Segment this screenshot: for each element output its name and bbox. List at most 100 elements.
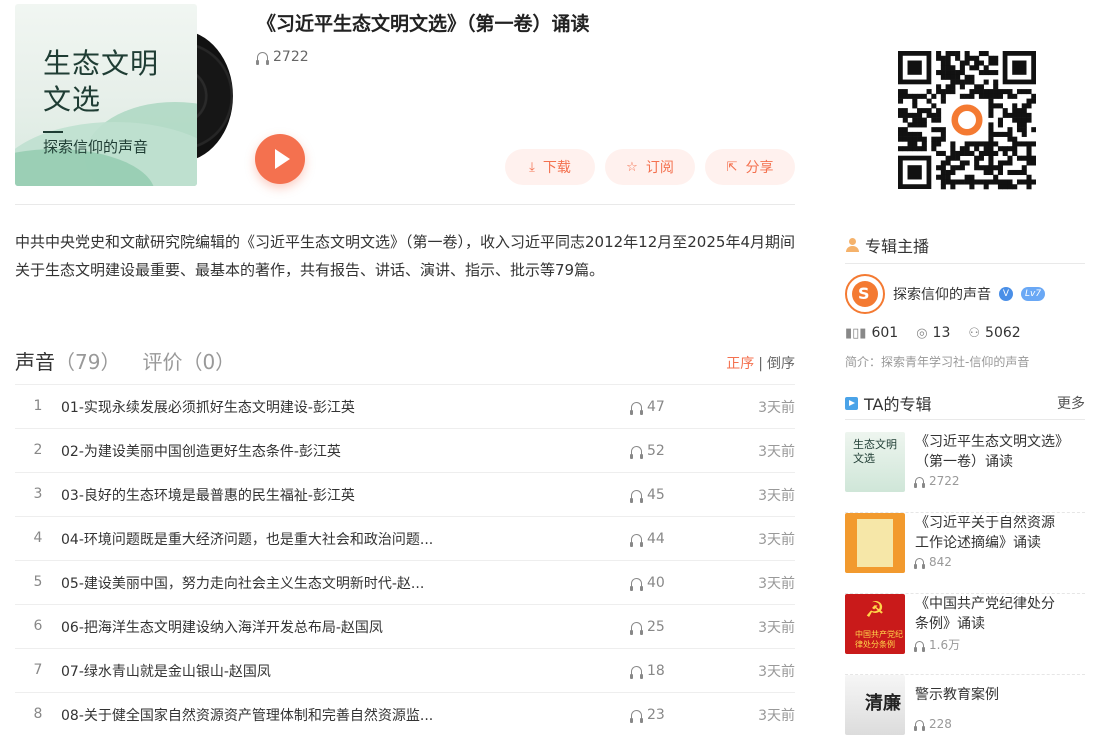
play-button[interactable]	[255, 134, 305, 184]
ta-album-thumb-text: 生态文明文选	[853, 438, 897, 465]
qr-module	[997, 103, 1003, 109]
qr-module	[993, 89, 999, 95]
qr-module	[988, 108, 994, 114]
qr-module	[1021, 155, 1027, 161]
track-play-count: 23	[630, 707, 665, 723]
qr-module	[1021, 131, 1027, 137]
qr-module	[974, 60, 980, 66]
qr-module	[940, 65, 946, 71]
qr-module	[988, 89, 994, 95]
ta-albums-divider	[845, 419, 1085, 420]
headphones-icon	[256, 52, 269, 65]
ta-album-title[interactable]: 《习近平生态文明文选》（第一卷）诵读	[915, 432, 1065, 472]
qr-module	[1016, 89, 1023, 95]
share-button[interactable]: ⇱ 分享	[705, 149, 795, 185]
download-button[interactable]: ⤓ 下载	[505, 149, 595, 185]
qr-module	[988, 98, 994, 104]
qr-module	[1007, 169, 1013, 176]
qr-module	[988, 60, 994, 66]
headphones-icon	[630, 402, 643, 415]
qr-module	[997, 169, 1003, 176]
track-play-count-value: 52	[647, 443, 665, 459]
headphones-icon	[630, 578, 643, 591]
tab-sounds[interactable]: 声音（79）	[15, 346, 120, 375]
ta-album-play-count-value: 2722	[929, 474, 960, 488]
qr-module	[1031, 160, 1036, 166]
qr-module	[969, 79, 975, 85]
qr-module	[1012, 103, 1018, 109]
qr-module	[1016, 141, 1023, 147]
track-row[interactable]: 2 02-为建设美丽中国创造更好生态条件-彭江英 52 3天前	[15, 428, 795, 472]
cover-title-line1: 生态文明	[43, 47, 160, 80]
track-row[interactable]: 6 06-把海洋生态文明建设纳入海洋开发总布局-赵国凤 25 3天前	[15, 604, 795, 648]
qr-module	[912, 136, 918, 142]
qr-module	[950, 165, 956, 171]
qr-module	[969, 174, 975, 180]
track-row[interactable]: 8 08-关于健全国家自然资源资产管理体制和完善自然资源监... 23 3天前	[15, 692, 795, 736]
cover-title-line2: 文选	[43, 83, 102, 116]
ta-album-item[interactable]: 中国共产党纪律处分条例 《中国共产党纪律处分条例》诵读 1.6万	[845, 594, 1085, 675]
tab-reviews[interactable]: 评价（0）	[142, 346, 235, 375]
headphones-icon	[630, 710, 643, 723]
track-title[interactable]: 04-环境问题既是重大经济问题，也是重大社会和政治问题...	[61, 529, 433, 549]
track-index: 3	[33, 486, 43, 502]
qr-module	[912, 131, 918, 137]
subscribe-button[interactable]: ☆ 订阅	[605, 149, 695, 185]
ta-album-title[interactable]: 警示教育案例	[915, 685, 1065, 705]
qr-module	[936, 84, 942, 90]
qr-module	[955, 150, 961, 156]
sort-asc-button[interactable]: 正序	[726, 356, 754, 372]
qr-module	[955, 74, 961, 80]
track-index: 8	[33, 706, 43, 722]
track-index: 5	[33, 574, 43, 590]
qr-module	[983, 79, 989, 85]
track-list: 1 01-实现永续发展必须抓好生态文明建设-彭江英 47 3天前 2 02-为建…	[15, 384, 795, 736]
more-link[interactable]: 更多	[1057, 393, 1085, 413]
sort-desc-button[interactable]: 倒序	[767, 356, 795, 372]
track-title[interactable]: 05-建设美丽中国，努力走向社会主义生态文明新时代-赵...	[61, 573, 424, 593]
qr-module	[936, 89, 942, 95]
qr-module	[974, 55, 980, 61]
ta-album-play-count: 1.6万	[914, 636, 960, 653]
track-title[interactable]: 08-关于健全国家自然资源资产管理体制和完善自然资源监...	[61, 705, 433, 725]
ta-album-item[interactable]: 生态文明文选 《习近平生态文明文选》（第一卷）诵读 2722	[845, 432, 1085, 513]
track-row[interactable]: 4 04-环境问题既是重大经济问题，也是重大社会和政治问题... 44 3天前	[15, 516, 795, 560]
users-icon: ⚇	[968, 325, 981, 341]
ta-album-title[interactable]: 《中国共产党纪律处分条例》诵读	[915, 594, 1065, 634]
qr-module	[997, 165, 1003, 171]
album-title: 《习近平生态文明文选》（第一卷）诵读	[257, 13, 590, 35]
qr-module	[983, 93, 989, 99]
qr-module	[955, 79, 961, 85]
track-title[interactable]: 06-把海洋生态文明建设纳入海洋开发总布局-赵国凤	[61, 617, 383, 637]
qr-module	[969, 184, 975, 190]
stat-followers: ⚇ 5062	[968, 325, 1020, 341]
track-title[interactable]: 01-实现永续发展必须抓好生态文明建设-彭江英	[61, 397, 355, 417]
qr-module	[931, 93, 937, 99]
qr-module	[974, 146, 980, 152]
anchor-name[interactable]: 探索信仰的声音	[893, 284, 991, 304]
anchor-stats: ▮▯▮ 601 ◎ 13 ⚇ 5062	[845, 325, 1021, 341]
qr-module	[936, 108, 942, 114]
qr-module	[988, 93, 994, 99]
qr-module	[964, 141, 970, 147]
track-title[interactable]: 03-良好的生态环境是最普惠的民生福祉-彭江英	[61, 485, 355, 505]
ta-album-item[interactable]: 《习近平关于自然资源工作论述摘编》诵读 842	[845, 513, 1085, 594]
qr-module	[964, 93, 970, 99]
qr-module	[1026, 117, 1032, 123]
track-row[interactable]: 5 05-建设美丽中国，努力走向社会主义生态文明新时代-赵... 40 3天前	[15, 560, 795, 604]
qr-module	[945, 179, 951, 185]
qr-module	[907, 146, 913, 152]
track-title[interactable]: 02-为建设美丽中国创造更好生态条件-彭江英	[61, 441, 341, 461]
track-play-count: 47	[630, 399, 665, 415]
track-row[interactable]: 1 01-实现永续发展必须抓好生态文明建设-彭江英 47 3天前	[15, 384, 795, 428]
track-title[interactable]: 07-绿水青山就是金山银山-赵国凤	[61, 661, 271, 681]
avatar[interactable]	[845, 274, 885, 314]
track-row[interactable]: 3 03-良好的生态环境是最普惠的民生福祉-彭江英 45 3天前	[15, 472, 795, 516]
qr-module	[1026, 98, 1032, 104]
ta-album-title[interactable]: 《习近平关于自然资源工作论述摘编》诵读	[915, 513, 1065, 553]
qr-module	[902, 136, 908, 142]
track-row[interactable]: 7 07-绿水青山就是金山银山-赵国凤 18 3天前	[15, 648, 795, 692]
qr-module	[1021, 108, 1027, 114]
ta-album-item[interactable]: 清廉 警示教育案例 228	[845, 675, 1085, 741]
qr-module	[1026, 141, 1032, 147]
